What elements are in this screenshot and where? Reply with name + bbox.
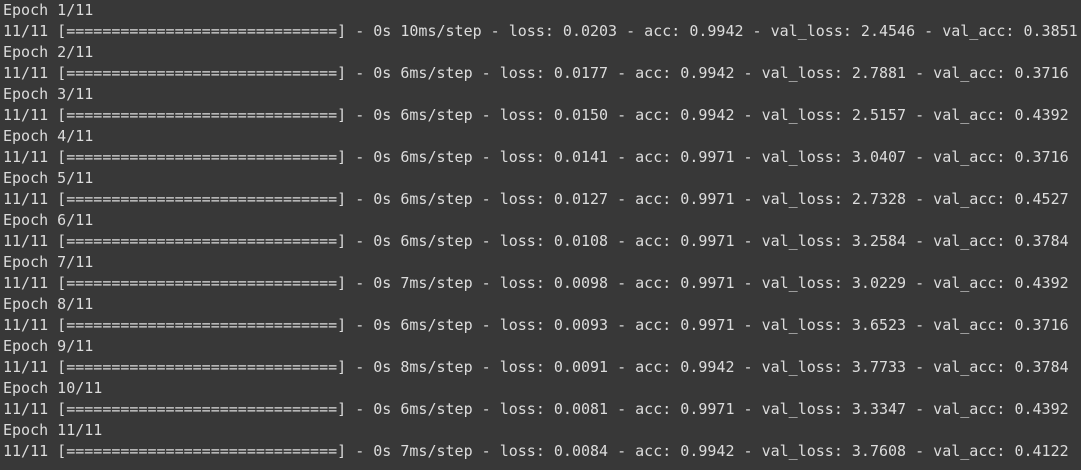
epoch-header-line: Epoch 2/11 xyxy=(3,43,94,61)
training-progress-line: 11/11 [==============================] -… xyxy=(3,190,1069,208)
training-progress-line: 11/11 [==============================] -… xyxy=(3,274,1069,292)
epoch-header-line: Epoch 10/11 xyxy=(3,379,103,397)
epoch-header-line: Epoch 3/11 xyxy=(3,85,94,103)
epoch-header-line: Epoch 1/11 xyxy=(3,1,94,19)
epoch-header-line: Epoch 8/11 xyxy=(3,295,94,313)
training-progress-line: 11/11 [==============================] -… xyxy=(3,358,1069,376)
training-progress-line: 11/11 [==============================] -… xyxy=(3,316,1069,334)
training-progress-line: 11/11 [==============================] -… xyxy=(3,148,1069,166)
training-progress-line: 11/11 [==============================] -… xyxy=(3,22,1078,40)
training-progress-line: 11/11 [==============================] -… xyxy=(3,442,1069,460)
epoch-header-line: Epoch 11/11 xyxy=(3,421,103,439)
epoch-header-line: Epoch 5/11 xyxy=(3,169,94,187)
training-progress-line: 11/11 [==============================] -… xyxy=(3,64,1069,82)
epoch-header-line: Epoch 9/11 xyxy=(3,337,94,355)
training-progress-line: 11/11 [==============================] -… xyxy=(3,400,1069,418)
terminal-output[interactable]: Epoch 1/11 11/11 [======================… xyxy=(0,0,1081,470)
epoch-header-line: Epoch 4/11 xyxy=(3,127,94,145)
epoch-header-line: Epoch 6/11 xyxy=(3,211,94,229)
epoch-header-line: Epoch 7/11 xyxy=(3,253,94,271)
training-progress-line: 11/11 [==============================] -… xyxy=(3,232,1069,250)
training-progress-line: 11/11 [==============================] -… xyxy=(3,106,1069,124)
